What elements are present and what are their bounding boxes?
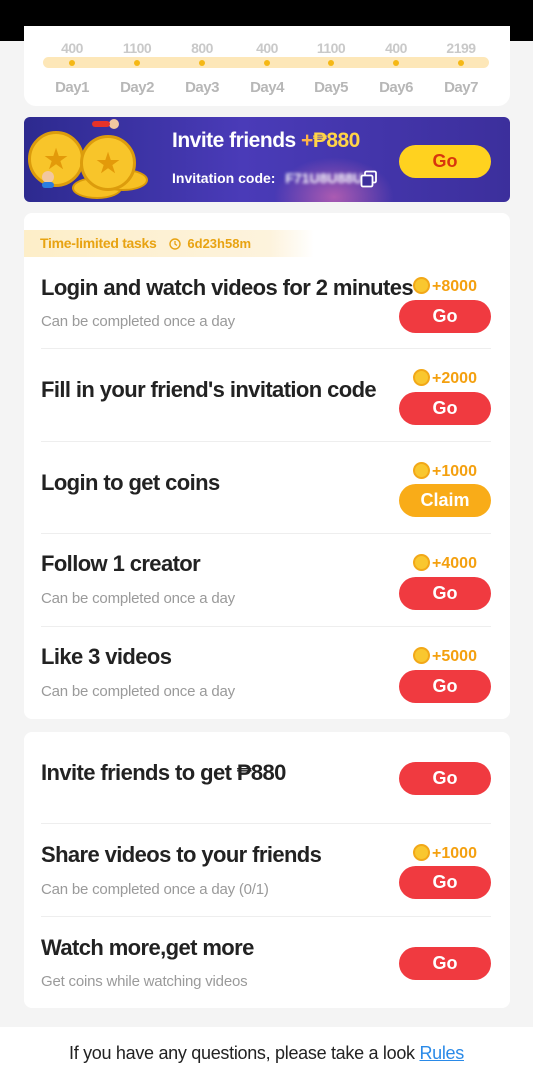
invite-go-button[interactable]: Go [399,145,491,178]
footer-text: If you have any questions, please take a… [69,1043,415,1063]
task-title: Fill in your friend's invitation code [41,377,377,402]
task-subtitle: Get coins while watching videos [41,973,248,990]
task-title: Like 3 videos [41,644,172,669]
section-title: Time-limited tasks [40,235,157,251]
task-claim-button[interactable]: Claim [399,484,491,517]
task-go-button[interactable]: Go [399,300,491,333]
coin-icon [413,647,431,664]
coin-icon [413,462,431,479]
day-dot [328,60,334,66]
task-subtitle: Can be completed once a day (0/1) [41,881,269,898]
rules-link[interactable]: Rules [419,1043,464,1063]
task-row: Follow 1 creator Can be completed once a… [41,534,491,627]
task-reward: +2000 [399,369,491,388]
day-dot [264,60,270,66]
banner-title-amount: ₱880 [312,129,361,152]
day-dot [69,60,75,66]
day-label: Day2 [120,79,154,96]
character-icon [92,119,119,129]
task-title: Invite friends to get ₱880 [41,760,286,785]
task-row: Invite friends to get ₱880 Go [41,732,491,824]
coin-icon [413,554,431,571]
coins-illustration: ★ ★ [24,117,154,202]
invite-friends-go-button[interactable]: Go [399,762,491,795]
day-amount: 400 [256,40,278,56]
day-label: Day6 [379,79,413,96]
tasks-card: Invite friends to get ₱880 Go Share vide… [24,732,510,1008]
task-title: Login and watch videos for 2 minutes [41,275,414,300]
task-title: Follow 1 creator [41,551,201,576]
footer: If you have any questions, please take a… [0,1027,533,1080]
time-limited-tasks-card: Time-limited tasks 6d23h58m Login and wa… [24,213,510,719]
task-reward: +1000 [399,844,491,863]
checkin-card: 400 Day1 1100 Day2 800 Day3 400 Day4 110… [24,26,510,106]
task-go-button[interactable]: Go [399,670,491,703]
day-dot [393,60,399,66]
task-row: Fill in your friend's invitation code +2… [41,349,491,442]
reward-amount: +1000 [432,845,477,862]
task-reward: +5000 [399,647,491,666]
day-dot [134,60,140,66]
task-go-button[interactable]: Go [399,392,491,425]
reward-amount: +8000 [432,278,477,295]
task-title: Share videos to your friends [41,842,322,867]
day-amount: 1100 [316,40,346,56]
task-go-button[interactable]: Go [399,577,491,610]
day-amount: 2199 [446,40,476,56]
task-row: Share videos to your friends Can be comp… [41,824,491,917]
watch-more-go-button[interactable]: Go [399,947,491,980]
clock-icon [169,238,181,250]
task-reward: +4000 [399,554,491,573]
day-amount: 400 [385,40,407,56]
task-reward: +1000 [399,462,491,481]
star-coin-icon: ★ [80,135,136,191]
task-title: Watch more,get more [41,935,254,960]
task-row: Like 3 videos Can be completed once a da… [41,627,491,719]
day-label: Day7 [444,79,478,96]
reward-amount: +4000 [432,555,477,572]
reward-amount: +2000 [432,370,477,387]
share-go-button[interactable]: Go [399,866,491,899]
countdown-timer: 6d23h58m [187,236,251,251]
invitation-code: Invitation code: F71U8U88U [172,170,363,186]
day-label: Day1 [55,79,89,96]
task-subtitle: Can be completed once a day [41,590,235,607]
day-label: Day5 [314,79,348,96]
day-dot [199,60,205,66]
banner-title-plus: + [301,129,313,152]
banner-title-text: Invite friends [172,129,296,152]
day-dot [458,60,464,66]
day-amount: 1100 [122,40,152,56]
task-row: Login and watch videos for 2 minutes Can… [41,257,491,349]
day-label: Day4 [250,79,284,96]
task-reward: +8000 [399,277,491,296]
section-header: Time-limited tasks 6d23h58m [24,230,314,257]
coin-icon [413,844,431,861]
copy-icon[interactable] [360,170,378,188]
coin-icon [413,369,431,386]
reward-amount: +1000 [432,463,477,480]
day-amount: 400 [61,40,83,56]
task-title: Login to get coins [41,470,220,495]
day-label: Day3 [185,79,219,96]
reward-amount: +5000 [432,648,477,665]
task-row: Watch more,get more Get coins while watc… [41,917,491,1008]
task-row: Login to get coins +1000 Claim [41,442,491,534]
day-amount: 800 [191,40,213,56]
task-subtitle: Can be completed once a day [41,683,235,700]
coin-icon [413,277,431,294]
task-subtitle: Can be completed once a day [41,313,235,330]
banner-title: Invite friends +₱880 [172,129,360,153]
invitation-code-label: Invitation code: [172,170,276,186]
character-icon [42,171,54,188]
invite-banner[interactable]: ★ ★ Invite friends +₱880 Invitation code… [24,117,510,202]
invitation-code-value: F71U8U88U [285,170,364,186]
